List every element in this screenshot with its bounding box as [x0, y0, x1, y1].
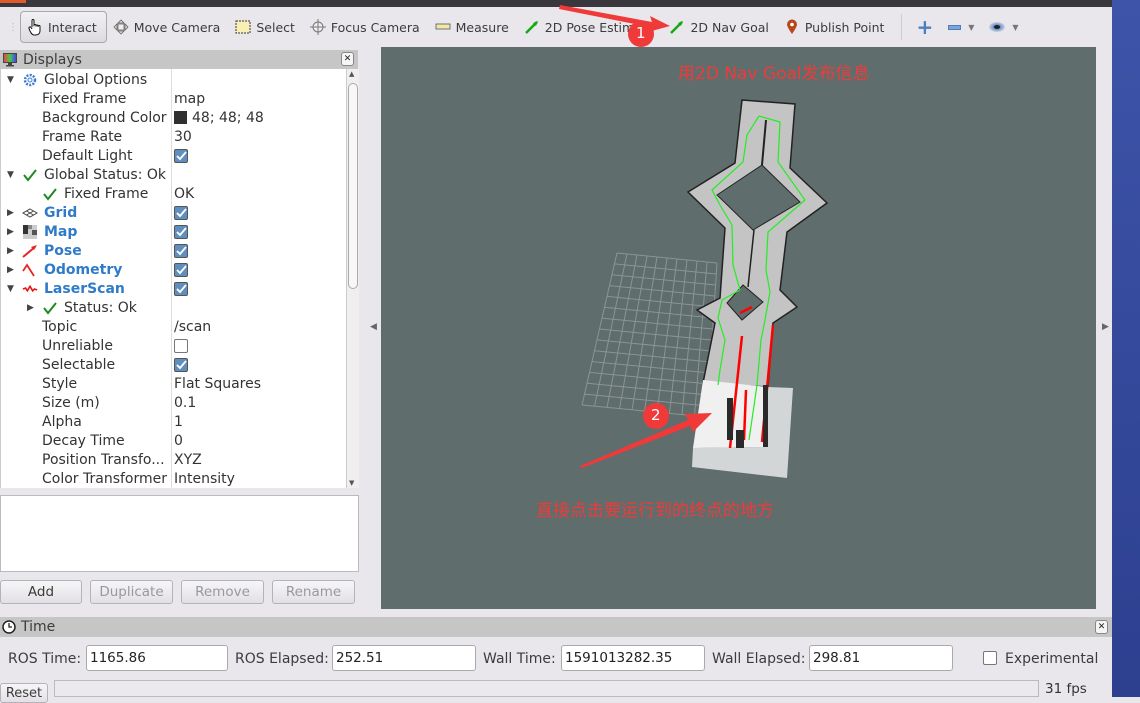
annotation-number-2: 2 — [651, 406, 661, 424]
wall-elapsed-field[interactable] — [809, 645, 953, 671]
fps-indicator: 31 fps — [1045, 681, 1087, 697]
time-panel-header: Time ✕ — [0, 617, 1112, 637]
clock-icon — [2, 620, 16, 634]
ros-time-label: ROS Time: — [8, 651, 82, 667]
wall-time-field[interactable] — [561, 645, 705, 671]
status-message-area — [54, 680, 1039, 697]
time-panel: ROS Time: ROS Elapsed: Wall Time: Wall E… — [0, 645, 1112, 673]
time-title: Time — [21, 619, 56, 635]
wall-elapsed-label: Wall Elapsed: — [712, 651, 806, 667]
annotation-text-2: 直接点击要运行到的终点的地方 — [536, 501, 774, 521]
status-bar: Reset 31 fps — [0, 680, 1112, 703]
experimental-checkbox[interactable] — [983, 651, 997, 665]
annotation-overlay — [559, 5, 712, 468]
experimental-label: Experimental — [1005, 651, 1099, 667]
close-time-button[interactable]: ✕ — [1095, 620, 1108, 634]
annotation-arrow-1 — [559, 5, 670, 32]
annotation-number-1: 1 — [636, 24, 646, 42]
reset-button[interactable]: Reset — [0, 683, 48, 703]
ros-time-field[interactable] — [86, 645, 228, 671]
wall-time-label: Wall Time: — [483, 651, 556, 667]
ros-elapsed-field[interactable] — [332, 645, 476, 671]
annotation-text-1: 用2D Nav Goal发布信息 — [678, 64, 870, 84]
ros-elapsed-label: ROS Elapsed: — [235, 651, 329, 667]
